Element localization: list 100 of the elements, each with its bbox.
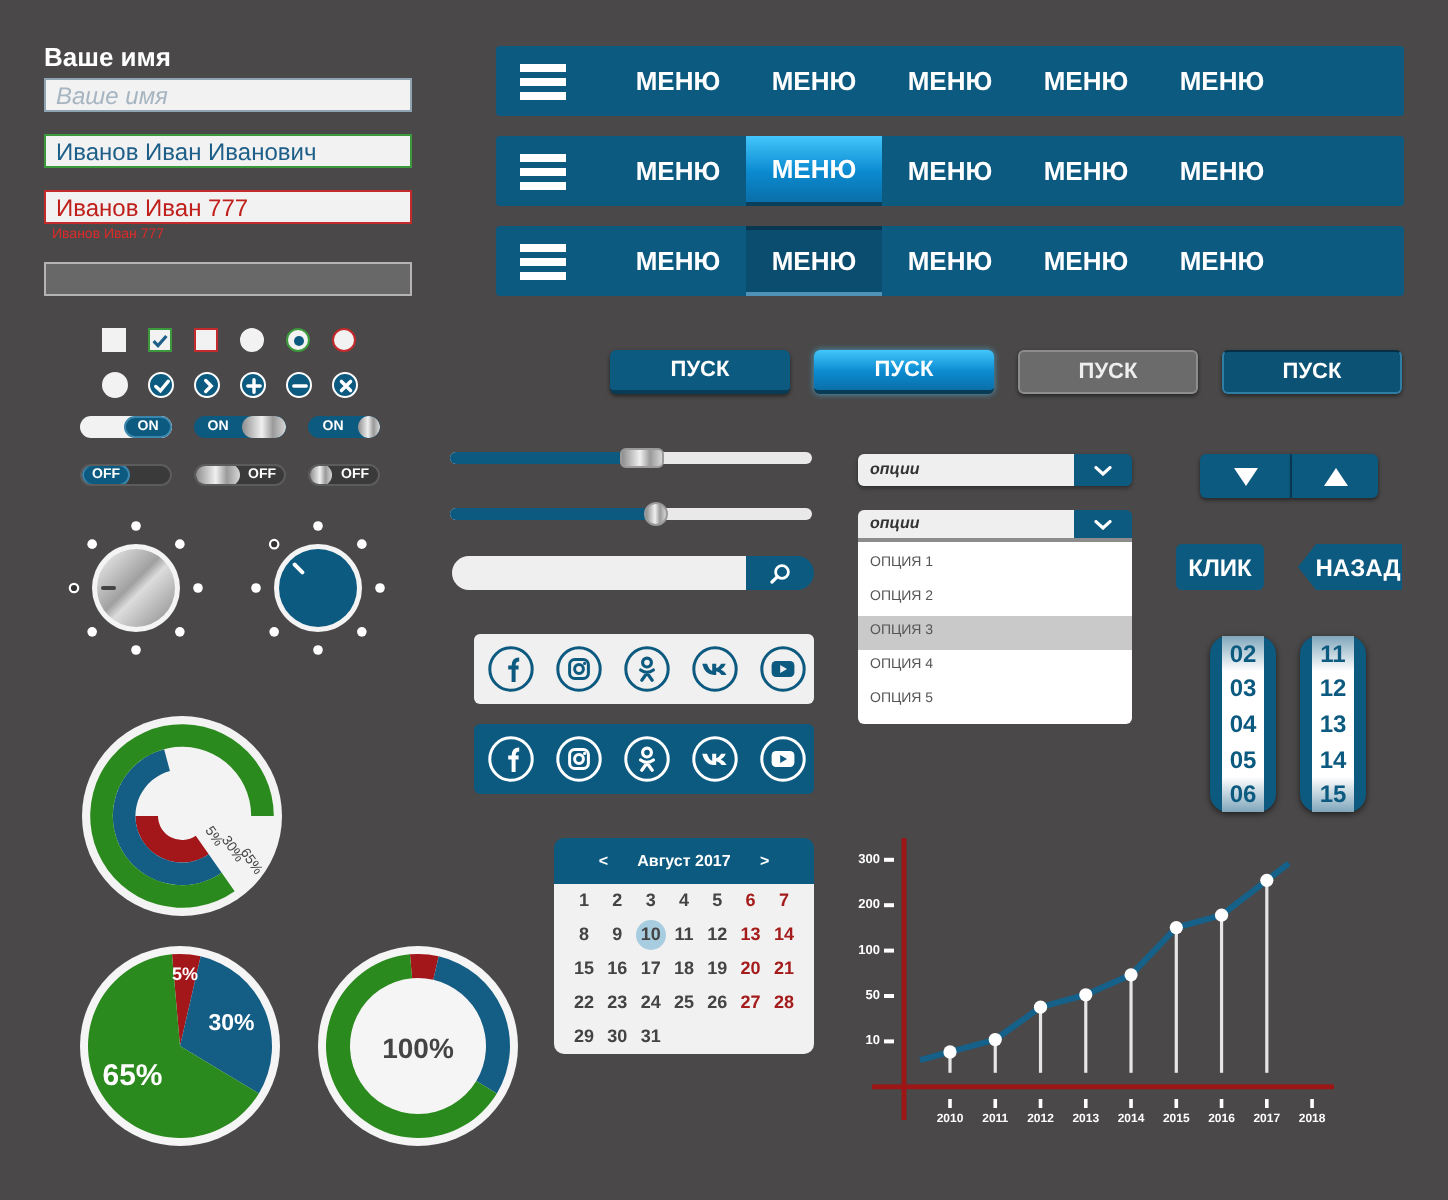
menu-item[interactable]: МЕНЮ: [882, 136, 1018, 206]
picker-number[interactable]: 02: [1229, 641, 1257, 666]
calendar-day[interactable]: 13: [735, 920, 766, 950]
remove-button[interactable]: [286, 372, 312, 398]
start-button[interactable]: ПУСК: [1222, 350, 1402, 394]
picker-number[interactable]: 14: [1319, 747, 1347, 772]
prev-month-button[interactable]: <: [595, 849, 612, 873]
dot-icon[interactable]: [131, 521, 141, 531]
calendar-day[interactable]: 23: [602, 988, 633, 1018]
text-field[interactable]: Иванов Иван 777: [44, 190, 412, 224]
dot-icon[interactable]: [357, 627, 367, 637]
hollow-dot-icon[interactable]: [268, 538, 280, 550]
menu-item[interactable]: МЕНЮ: [746, 226, 882, 296]
calendar-day[interactable]: 8: [569, 920, 600, 950]
calendar-day[interactable]: 2: [602, 886, 633, 916]
up-button[interactable]: [1292, 454, 1378, 498]
menu-item[interactable]: МЕНЮ: [1154, 226, 1290, 296]
toggle-knob[interactable]: [242, 416, 286, 438]
calendar-day[interactable]: 9: [602, 920, 633, 950]
picker-number[interactable]: 03: [1229, 676, 1257, 701]
search-field[interactable]: [452, 556, 746, 590]
calendar-day[interactable]: 22: [569, 988, 600, 1018]
rotary-knob[interactable]: [274, 544, 362, 632]
picker-number[interactable]: 13: [1319, 711, 1347, 736]
menu-icon[interactable]: [520, 243, 566, 279]
dot-icon[interactable]: [131, 645, 141, 655]
toggle-knob[interactable]: [358, 416, 380, 438]
calendar-day[interactable]: 6: [735, 886, 766, 916]
down-button[interactable]: [1200, 454, 1292, 498]
menu-item[interactable]: МЕНЮ: [610, 226, 746, 296]
calendar-day[interactable]: 16: [602, 954, 633, 984]
calendar-day[interactable]: 7: [768, 886, 799, 916]
slider-thumb[interactable]: [619, 448, 664, 468]
menu-item[interactable]: МЕНЮ: [746, 46, 882, 116]
number-picker[interactable]: 02 03 04 05 06: [1210, 636, 1276, 812]
picker-number[interactable]: 04: [1229, 711, 1257, 736]
calendar-day[interactable]: 26: [702, 988, 733, 1018]
menu-item[interactable]: МЕНЮ: [1018, 226, 1154, 296]
menu-item[interactable]: МЕНЮ: [882, 226, 1018, 296]
calendar-day[interactable]: 3: [635, 886, 666, 916]
picker-number[interactable]: 15: [1319, 782, 1347, 807]
menu-item[interactable]: МЕНЮ: [1018, 46, 1154, 116]
round-button[interactable]: [102, 372, 128, 398]
menu-item[interactable]: МЕНЮ: [1154, 46, 1290, 116]
instagram-icon[interactable]: [556, 646, 602, 692]
number-picker[interactable]: 11 12 13 14 15: [1300, 636, 1366, 812]
calendar-day[interactable]: 12: [702, 920, 733, 950]
toggle-knob[interactable]: [310, 466, 332, 484]
checkbox[interactable]: [148, 328, 172, 352]
next-month-button[interactable]: >: [756, 849, 773, 873]
menu-item[interactable]: МЕНЮ: [882, 46, 1018, 116]
menu-item[interactable]: МЕНЮ: [746, 136, 882, 206]
vk-icon[interactable]: [692, 646, 738, 692]
back-button[interactable]: НАЗАД: [1298, 544, 1402, 590]
radio-button[interactable]: [332, 328, 356, 352]
dot-icon[interactable]: [357, 539, 367, 549]
picker-number[interactable]: 12: [1319, 676, 1347, 701]
menu-icon[interactable]: [520, 63, 566, 99]
dot-icon[interactable]: [313, 521, 323, 531]
start-button[interactable]: ПУСК: [610, 350, 790, 394]
calendar-day[interactable]: 4: [668, 886, 699, 916]
picker-number[interactable]: 06: [1229, 782, 1257, 807]
menu-item[interactable]: МЕНЮ: [1018, 136, 1154, 206]
slider-track[interactable]: [450, 446, 812, 470]
odnoklassniki-icon[interactable]: [624, 646, 670, 692]
calendar-day[interactable]: 5: [702, 886, 733, 916]
calendar-day[interactable]: 18: [668, 954, 699, 984]
menu-icon[interactable]: [520, 153, 566, 189]
calendar-day[interactable]: 1: [569, 886, 600, 916]
dot-icon[interactable]: [175, 539, 185, 549]
picker-number[interactable]: 05: [1229, 747, 1257, 772]
calendar-day[interactable]: 28: [768, 988, 799, 1018]
calendar-day[interactable]: 14: [768, 920, 799, 950]
calendar-day[interactable]: 19: [702, 954, 733, 984]
calendar-day[interactable]: 17: [635, 954, 666, 984]
youtube-icon[interactable]: [760, 646, 806, 692]
menu-item[interactable]: МЕНЮ: [610, 136, 746, 206]
click-button[interactable]: КЛИК: [1176, 544, 1264, 590]
calendar-day[interactable]: 29: [569, 1022, 600, 1052]
calendar-day[interactable]: 25: [668, 988, 699, 1018]
slider-thumb[interactable]: [644, 502, 669, 526]
calendar-day[interactable]: 21: [768, 954, 799, 984]
check-button[interactable]: [148, 372, 174, 398]
calendar-day[interactable]: 27: [735, 988, 766, 1018]
search-button[interactable]: [746, 556, 814, 590]
dot-icon[interactable]: [251, 583, 261, 593]
toggle-knob[interactable]: [196, 466, 240, 484]
dot-icon[interactable]: [269, 627, 279, 637]
text-field[interactable]: Ваше имя: [44, 78, 412, 112]
picker-number[interactable]: 11: [1320, 641, 1346, 666]
menu-item[interactable]: МЕНЮ: [1154, 136, 1290, 206]
dot-icon[interactable]: [193, 583, 203, 593]
hollow-dot-icon[interactable]: [68, 582, 80, 594]
dot-icon[interactable]: [313, 645, 323, 655]
close-button[interactable]: [332, 372, 358, 398]
calendar-day[interactable]: 10: [635, 920, 666, 950]
calendar-day[interactable]: 15: [569, 954, 600, 984]
dot-icon[interactable]: [87, 627, 97, 637]
dot-icon[interactable]: [87, 539, 97, 549]
dot-icon[interactable]: [375, 583, 385, 593]
